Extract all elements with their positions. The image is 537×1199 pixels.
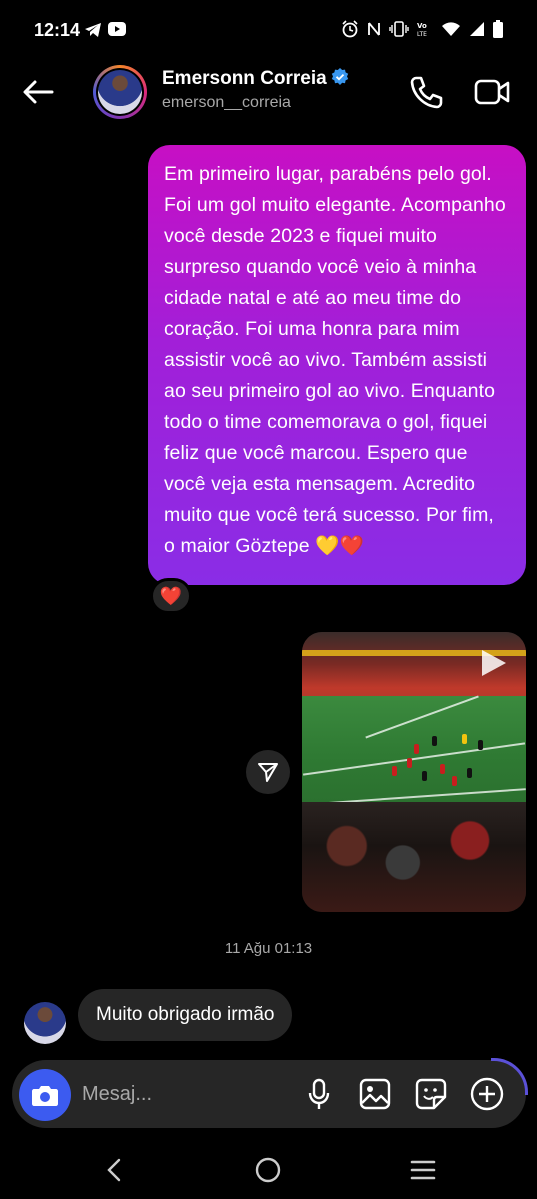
nfc-icon bbox=[367, 21, 381, 37]
video-call-button[interactable] bbox=[472, 72, 512, 112]
add-button[interactable] bbox=[470, 1077, 504, 1111]
alarm-icon bbox=[341, 20, 359, 38]
sent-message-bubble[interactable]: Em primeiro lugar, parabéns pelo gol. Fo… bbox=[148, 145, 526, 585]
contact-name-row[interactable]: Emersonn Correia bbox=[162, 68, 349, 90]
message-timestamp: 11 Ağu 01:13 bbox=[224, 940, 313, 957]
sticker-button[interactable] bbox=[414, 1077, 448, 1111]
image-icon bbox=[359, 1078, 391, 1110]
phone-icon bbox=[410, 76, 443, 109]
chat-header: Emersonn Correia emerson__correia bbox=[0, 60, 537, 124]
profile-avatar[interactable] bbox=[93, 65, 147, 119]
back-button[interactable] bbox=[20, 74, 56, 110]
svg-text:Vo: Vo bbox=[417, 22, 427, 30]
menu-icon bbox=[410, 1160, 436, 1180]
contact-username: emerson__correia bbox=[162, 94, 291, 111]
nav-home-button[interactable] bbox=[250, 1154, 286, 1186]
nav-recents-button[interactable] bbox=[405, 1154, 441, 1186]
crowd bbox=[302, 802, 526, 912]
message-composer bbox=[12, 1058, 528, 1128]
arrow-left-icon bbox=[23, 80, 54, 104]
avatar-image bbox=[98, 70, 142, 114]
play-icon bbox=[482, 650, 506, 676]
signal-icon bbox=[469, 21, 485, 37]
audio-call-button[interactable] bbox=[406, 72, 446, 112]
camera-button[interactable] bbox=[19, 1069, 71, 1121]
video-camera-icon bbox=[474, 79, 510, 105]
gallery-button[interactable] bbox=[358, 1077, 392, 1111]
verified-badge-icon bbox=[331, 68, 349, 86]
wifi-icon bbox=[441, 21, 461, 37]
sticker-icon bbox=[415, 1078, 447, 1110]
home-circle-icon bbox=[255, 1157, 281, 1183]
vibrate-icon bbox=[389, 21, 409, 37]
telegram-icon bbox=[84, 22, 102, 43]
football-pitch bbox=[302, 695, 526, 816]
microphone-icon bbox=[308, 1078, 330, 1109]
contact-name: Emersonn Correia bbox=[162, 68, 327, 89]
volte-icon: Vo LTE bbox=[417, 20, 433, 38]
share-button[interactable] bbox=[246, 750, 290, 794]
nav-back-button[interactable] bbox=[96, 1154, 132, 1186]
status-bar: 12:14 Vo LTE bbox=[0, 0, 537, 60]
camera-icon bbox=[32, 1086, 58, 1106]
system-navigation-bar bbox=[0, 1140, 537, 1199]
status-time: 12:14 bbox=[34, 20, 81, 40]
video-message-thumbnail[interactable] bbox=[302, 632, 526, 912]
microphone-button[interactable] bbox=[302, 1077, 336, 1111]
received-message-bubble[interactable]: Muito obrigado irmão bbox=[78, 989, 293, 1041]
chevron-left-icon bbox=[107, 1158, 121, 1182]
svg-text:LTE: LTE bbox=[417, 31, 427, 38]
plus-circle-icon bbox=[470, 1077, 504, 1111]
heart-reaction[interactable]: ❤️ bbox=[150, 578, 192, 614]
battery-icon bbox=[493, 20, 503, 38]
send-icon bbox=[258, 763, 278, 782]
youtube-icon bbox=[108, 22, 126, 43]
message-input[interactable] bbox=[82, 1077, 282, 1111]
sender-avatar[interactable] bbox=[24, 1002, 66, 1044]
